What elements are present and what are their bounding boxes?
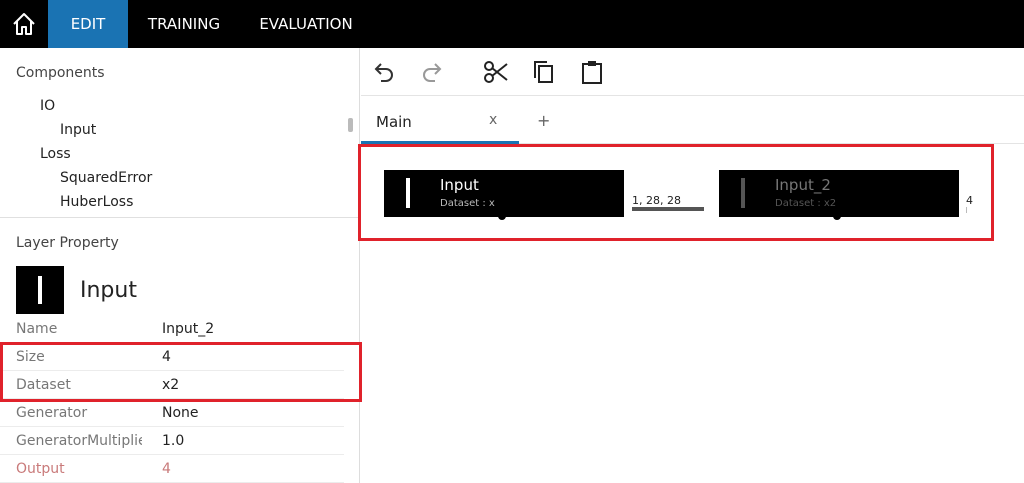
tree-item-input[interactable]: Input	[60, 122, 96, 138]
close-tab-button[interactable]: x	[489, 112, 497, 128]
property-value[interactable]: None	[162, 405, 199, 421]
property-row-output: Output 4	[0, 455, 344, 483]
home-button[interactable]	[0, 0, 48, 48]
paste-button[interactable]	[578, 58, 606, 86]
redo-button[interactable]	[418, 58, 446, 86]
panel-divider	[0, 217, 360, 218]
copy-button[interactable]	[530, 58, 558, 86]
cut-button[interactable]	[482, 58, 510, 86]
undo-icon	[374, 63, 393, 82]
components-title: Components	[16, 65, 105, 81]
tab-main-label: Main	[376, 113, 412, 131]
property-row-name[interactable]: Name Input_2	[0, 315, 344, 343]
document-tabs: Main x +	[361, 97, 1024, 144]
paste-icon	[582, 61, 602, 84]
tab-evaluation[interactable]: EVALUATION	[240, 0, 372, 48]
home-icon	[13, 13, 35, 35]
top-nav-bar: EDIT TRAINING EVALUATION	[0, 0, 1024, 48]
copy-icon	[534, 61, 553, 83]
input-layer-icon	[16, 266, 64, 314]
left-panel: Components IO Input Loss SquaredError Hu…	[0, 48, 360, 483]
property-value[interactable]: Input_2	[162, 321, 214, 337]
tab-edit[interactable]: EDIT	[48, 0, 128, 48]
layer-type-name: Input	[80, 278, 137, 303]
cut-icon	[484, 61, 508, 83]
layer-property-title: Layer Property	[16, 235, 119, 251]
highlight-box-properties	[0, 342, 362, 402]
tree-item-squarederror[interactable]: SquaredError	[60, 170, 152, 186]
highlight-box-graph	[358, 144, 994, 241]
components-scrollbar[interactable]	[348, 118, 353, 132]
edit-toolbar	[361, 48, 1024, 96]
tab-training[interactable]: TRAINING	[128, 0, 240, 48]
property-key: Output	[16, 461, 65, 477]
tree-item-loss[interactable]: Loss	[40, 146, 71, 162]
tree-item-huberloss[interactable]: HuberLoss	[60, 194, 133, 210]
property-value: 4	[162, 461, 171, 477]
tab-main[interactable]: Main x	[361, 97, 519, 144]
property-row-generator[interactable]: Generator None	[0, 399, 344, 427]
undo-button[interactable]	[370, 58, 398, 86]
property-key: Name	[16, 321, 58, 337]
property-row-generator-multiplier[interactable]: GeneratorMultiplier 1.0	[0, 427, 344, 455]
redo-icon	[423, 63, 442, 82]
tree-item-io[interactable]: IO	[40, 98, 55, 114]
property-value[interactable]: 1.0	[162, 433, 184, 449]
property-key: Generator	[16, 405, 88, 421]
property-key: GeneratorMultiplier	[16, 433, 142, 449]
add-tab-button[interactable]: +	[537, 111, 550, 130]
